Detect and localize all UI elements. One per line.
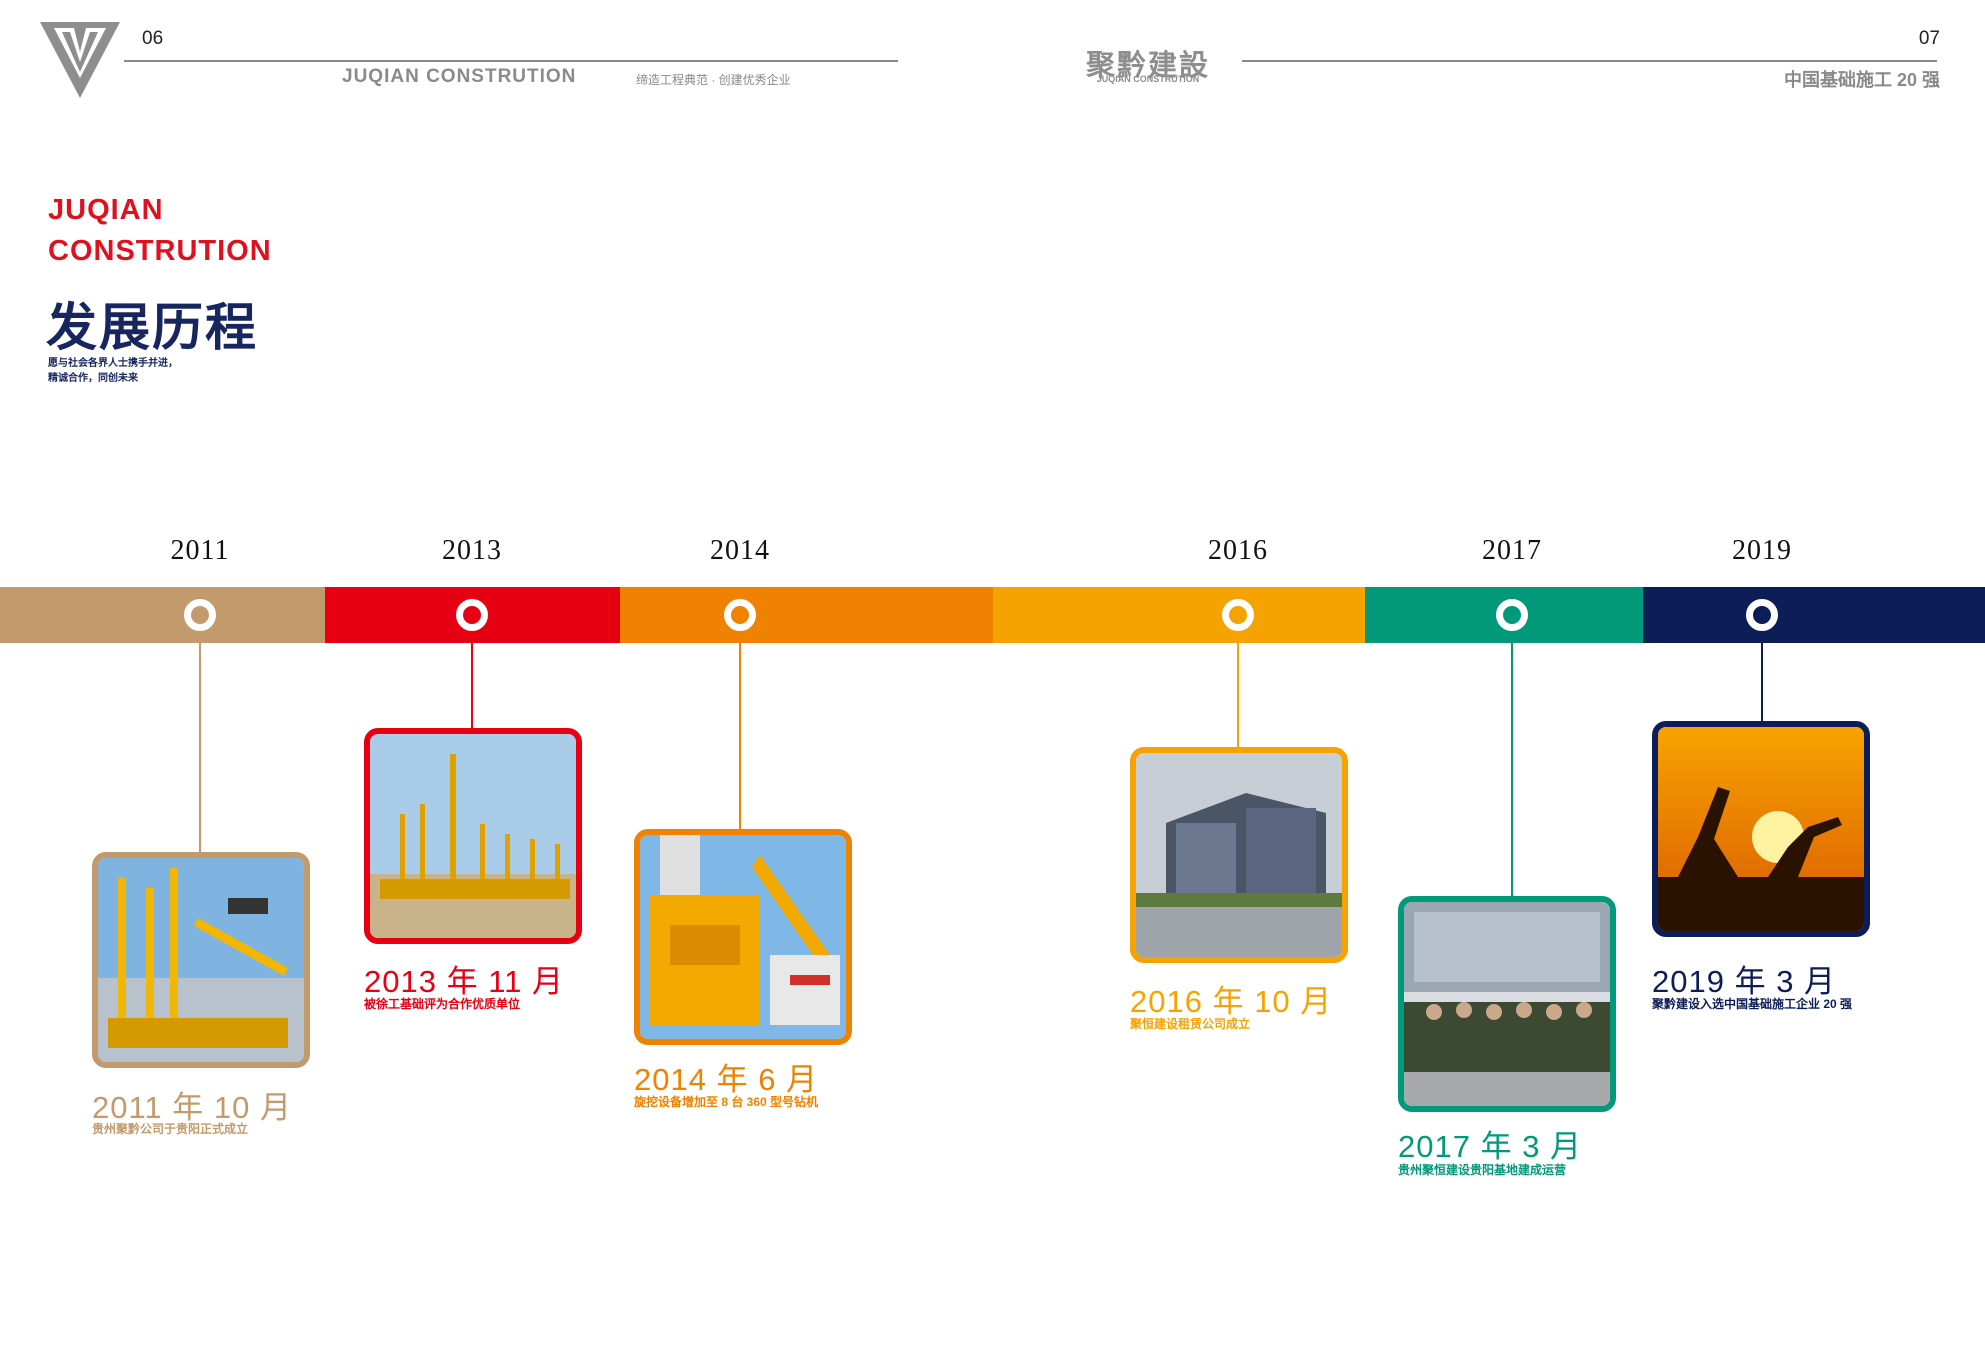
event-desc-2011: 贵州聚黔公司于贵阳正式成立 bbox=[92, 1122, 249, 1136]
event-desc-2016: 聚恒建设租赁公司成立 bbox=[1130, 1017, 1251, 1031]
event-photo-2019 bbox=[1652, 721, 1870, 937]
section-title-cn: 发展历程 bbox=[46, 299, 259, 356]
section-title-en-line1: JUQIAN bbox=[48, 194, 164, 226]
timeline-dot-2011 bbox=[184, 599, 216, 631]
event-desc-2014: 旋挖设备增加至 8 台 360 型号钻机 bbox=[634, 1095, 819, 1109]
connector-2017 bbox=[1511, 643, 1513, 896]
rig-fleet-image bbox=[370, 734, 576, 938]
header-rule-right bbox=[1242, 60, 1937, 62]
office-building-image bbox=[1136, 753, 1342, 957]
section-title-en-line2: CONSTRUTION bbox=[48, 235, 272, 267]
event-photo-2013 bbox=[364, 728, 582, 944]
header-rule-left bbox=[124, 60, 898, 62]
section-subtitle-line1: 愿与社会各界人士携手并进， bbox=[48, 358, 178, 369]
drilling-rigs-expo-image bbox=[98, 858, 304, 1062]
timeline-segment-2011 bbox=[0, 587, 325, 643]
timeline-segment-2014 bbox=[620, 587, 993, 643]
year-label-2017: 2017 bbox=[1482, 535, 1542, 566]
section-subtitle-line2: 精诚合作，同创未来 bbox=[48, 373, 138, 384]
event-desc-2017: 贵州聚恒建设贵阳基地建成运营 bbox=[1398, 1163, 1567, 1177]
event-desc-2013: 被徐工基础评为合作优质单位 bbox=[364, 997, 521, 1011]
connector-2011 bbox=[199, 643, 201, 852]
section-title-en: JUQIAN CONSTRUTION bbox=[48, 190, 272, 272]
connector-2014 bbox=[739, 643, 741, 829]
section-subtitle: 愿与社会各界人士携手并进， 精诚合作，同创未来 bbox=[48, 356, 178, 386]
event-date-2017: 2017 年 3 月 bbox=[1398, 1129, 1583, 1164]
event-photo-2016 bbox=[1130, 747, 1348, 963]
connector-2013 bbox=[471, 643, 473, 728]
center-logo-en: JUQIAN CONSTRUTION bbox=[1096, 74, 1200, 84]
connector-2019 bbox=[1761, 643, 1763, 721]
timeline-segment-2019 bbox=[1643, 587, 1985, 643]
timeline-segment-2016 bbox=[993, 587, 1365, 643]
connector-2016 bbox=[1237, 643, 1239, 748]
page-number-right: 07 bbox=[1918, 28, 1940, 49]
year-label-2011: 2011 bbox=[170, 535, 230, 566]
year-label-2013: 2013 bbox=[442, 535, 502, 566]
year-label-2016: 2016 bbox=[1208, 535, 1268, 566]
company-logo-icon bbox=[40, 22, 120, 98]
event-desc-2019: 聚黔建设入选中国基础施工企业 20 强 bbox=[1652, 997, 1853, 1011]
event-photo-2011 bbox=[92, 852, 310, 1068]
page-number-left: 06 bbox=[142, 28, 164, 49]
brand-name-en: JUQIAN CONSTRUTION bbox=[342, 66, 577, 87]
event-photo-2017 bbox=[1398, 896, 1616, 1112]
top20-tagline: 中国基础施工 20 强 bbox=[1783, 70, 1940, 90]
timeline-dot-2019 bbox=[1746, 599, 1778, 631]
year-label-2019: 2019 bbox=[1732, 535, 1792, 566]
excavator-sunset-image bbox=[1658, 727, 1864, 931]
timeline-dot-2014 bbox=[724, 599, 756, 631]
slogan: 缔造工程典范 · 创建优秀企业 bbox=[636, 73, 791, 87]
timeline-dot-2013 bbox=[456, 599, 488, 631]
year-label-2014: 2014 bbox=[710, 535, 770, 566]
timeline-dot-2017 bbox=[1496, 599, 1528, 631]
timeline-dot-2016 bbox=[1222, 599, 1254, 631]
rotary-drill-closeup-image bbox=[640, 835, 846, 1039]
team-group-image bbox=[1404, 902, 1610, 1106]
event-photo-2014 bbox=[634, 829, 852, 1045]
